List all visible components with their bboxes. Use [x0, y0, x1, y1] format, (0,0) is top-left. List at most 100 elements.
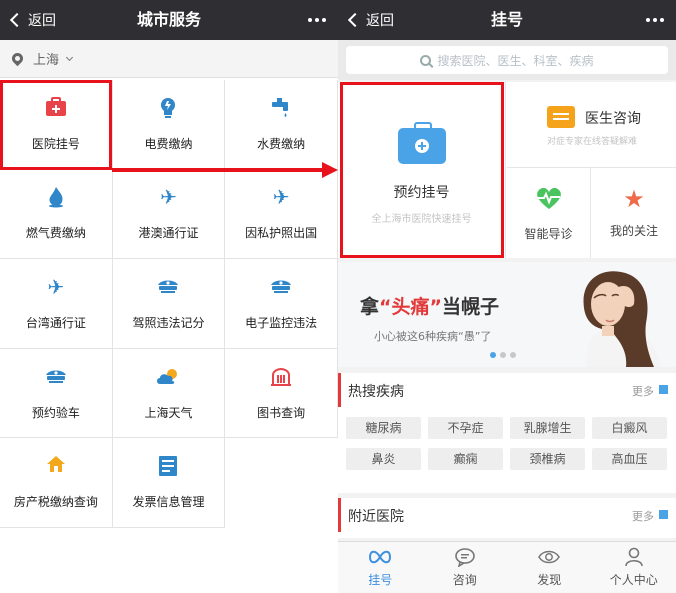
more-arrow-icon[interactable] — [659, 385, 668, 394]
eye-icon — [538, 547, 561, 567]
location-selector[interactable]: 上海 — [0, 40, 338, 78]
disease-tag[interactable]: 鼻炎 — [346, 448, 421, 470]
tab-label: 挂号 — [368, 573, 393, 587]
medical-briefcase-icon — [397, 122, 446, 164]
police-cap-icon — [157, 276, 179, 300]
back-button[interactable]: 返回 — [8, 0, 56, 40]
doctor-consult-card[interactable]: 医生咨询 对症专家在线答疑解难 — [507, 82, 676, 168]
more-link[interactable]: 更多 — [632, 508, 654, 524]
consult-title: 医生咨询 — [585, 111, 641, 127]
bottom-tab-bar: 挂号 咨询 发现 个人中心 — [338, 541, 676, 593]
disease-tag[interactable]: 颈椎病 — [510, 448, 585, 470]
chevron-left-icon — [9, 12, 25, 28]
disease-tag[interactable]: 糖尿病 — [346, 417, 421, 439]
tab-consult[interactable]: 咨询 — [423, 542, 508, 593]
disease-tag[interactable]: 白癜风 — [592, 417, 667, 439]
star-icon: ★ — [623, 185, 645, 213]
navbar: 返回 挂号 — [338, 0, 676, 40]
tab-profile[interactable]: 个人中心 — [592, 542, 676, 593]
search-input[interactable]: 搜索医院、医生、科室、疾病 — [346, 46, 668, 74]
service-electricity[interactable]: 电费缴纳 — [112, 80, 226, 170]
service-property-tax[interactable]: 房产税缴纳查询 — [0, 438, 113, 528]
appointment-title: 预约挂号 — [393, 185, 450, 201]
location-pin-icon — [9, 50, 26, 67]
more-menu-icon[interactable] — [308, 0, 326, 40]
library-icon — [270, 366, 292, 390]
tab-register[interactable]: 挂号 — [338, 542, 423, 593]
service-label: 台湾通行证 — [25, 315, 86, 330]
hot-diseases-section: 热搜疾病 更多 糖尿病 不孕症 乳腺增生 白癜风 鼻炎 癫痫 颈椎病 高血压 — [338, 373, 676, 493]
back-label: 返回 — [28, 13, 56, 29]
navbar: 返回 城市服务 — [0, 0, 338, 40]
my-follow-card[interactable]: ★ 我的关注 — [592, 168, 676, 258]
search-bar: 搜索医院、医生、科室、疾病 — [338, 40, 676, 80]
appointment-card[interactable]: 预约挂号 全上海市医院快速挂号 — [338, 82, 506, 258]
heart-pulse-icon — [535, 186, 563, 215]
service-library[interactable]: 图书查询 — [225, 348, 338, 439]
disease-tag[interactable]: 不孕症 — [428, 417, 503, 439]
appointment-subtitle: 全上海市医院快速挂号 — [371, 214, 472, 225]
service-hk-macau-pass[interactable]: ✈ 港澳通行证 — [112, 169, 226, 260]
service-water[interactable]: 水费缴纳 — [225, 80, 338, 170]
register-icon — [369, 547, 392, 567]
more-arrow-icon[interactable] — [659, 510, 668, 519]
lightbulb-icon — [159, 97, 177, 121]
service-vehicle-inspection[interactable]: 预约验车 — [0, 348, 113, 439]
registration-screen: 返回 挂号 搜索医院、医生、科室、疾病 预约挂号 全上海市医院快速挂号 医生咨询… — [338, 0, 676, 593]
smart-guide-card[interactable]: 智能导诊 — [507, 168, 591, 258]
service-label: 医院挂号 — [31, 136, 80, 151]
tab-discover[interactable]: 发现 — [507, 542, 592, 593]
service-weather[interactable]: 上海天气 — [112, 348, 226, 439]
service-invoice[interactable]: 发票信息管理 — [112, 438, 226, 528]
service-hospital-registration[interactable]: 医院挂号 — [0, 80, 113, 170]
hospital-kit-icon — [45, 96, 67, 121]
section-title: 附近医院 — [348, 509, 404, 525]
disease-tag-list: 糖尿病 不孕症 乳腺增生 白癜风 鼻炎 癫痫 颈椎病 高血压 — [346, 417, 668, 470]
nearby-hospitals-section: 附近医院 更多 — [338, 498, 676, 538]
service-taiwan-pass[interactable]: ✈ 台湾通行证 — [0, 259, 113, 349]
service-e-monitoring[interactable]: 电子监控违法 — [225, 259, 338, 349]
section-header: 热搜疾病 更多 — [338, 373, 676, 407]
service-label: 图书查询 — [257, 405, 306, 420]
guide-label: 智能导诊 — [524, 227, 573, 241]
carousel-dots[interactable] — [490, 352, 516, 358]
police-cap-icon — [270, 276, 292, 300]
search-placeholder: 搜索医院、医生、科室、疾病 — [437, 53, 594, 68]
airplane-icon: ✈ — [47, 274, 65, 299]
back-button[interactable]: 返回 — [346, 0, 394, 40]
airplane-icon: ✈ — [160, 185, 177, 210]
disease-tag[interactable]: 高血压 — [592, 448, 667, 470]
back-label: 返回 — [366, 13, 394, 29]
more-menu-icon[interactable] — [646, 0, 664, 40]
banner-title: 拿“头痛”当幌子 — [360, 296, 500, 318]
promo-banner[interactable]: 拿“头痛”当幌子 小心被这6种疾病“愚”了 — [338, 262, 676, 367]
chat-icon — [547, 106, 575, 128]
more-link[interactable]: 更多 — [632, 383, 654, 399]
weather-icon — [155, 366, 181, 390]
tab-label: 发现 — [537, 573, 562, 587]
arrow-head-icon — [322, 162, 338, 178]
service-passport[interactable]: ✈ 因私护照出国 — [225, 169, 338, 260]
location-label: 上海 — [33, 53, 60, 68]
service-license-points[interactable]: 驾照违法记分 — [112, 259, 226, 349]
chat-bubble-icon — [454, 547, 476, 567]
invoice-icon — [158, 455, 178, 479]
service-label: 电费缴纳 — [144, 136, 193, 151]
consult-subtitle: 对症专家在线答疑解难 — [547, 137, 638, 147]
airplane-icon: ✈ — [272, 185, 290, 210]
follow-label: 我的关注 — [609, 224, 658, 238]
service-label: 燃气费缴纳 — [25, 226, 86, 241]
section-header: 附近医院 更多 — [338, 498, 676, 532]
service-label: 电子监控违法 — [245, 315, 318, 330]
search-icon — [420, 54, 432, 66]
feature-cards: 预约挂号 全上海市医院快速挂号 医生咨询 对症专家在线答疑解难 智能导诊 ★ 我… — [338, 82, 676, 258]
flame-icon — [47, 186, 65, 210]
service-label: 上海天气 — [144, 405, 193, 420]
disease-tag[interactable]: 乳腺增生 — [510, 417, 585, 439]
banner-subtitle: 小心被这6种疾病“愚”了 — [374, 330, 492, 343]
police-cap-icon — [45, 366, 67, 390]
section-title: 热搜疾病 — [348, 384, 404, 400]
service-gas[interactable]: 燃气费缴纳 — [0, 169, 113, 260]
disease-tag[interactable]: 癫痫 — [428, 448, 503, 470]
chevron-left-icon — [347, 12, 363, 28]
